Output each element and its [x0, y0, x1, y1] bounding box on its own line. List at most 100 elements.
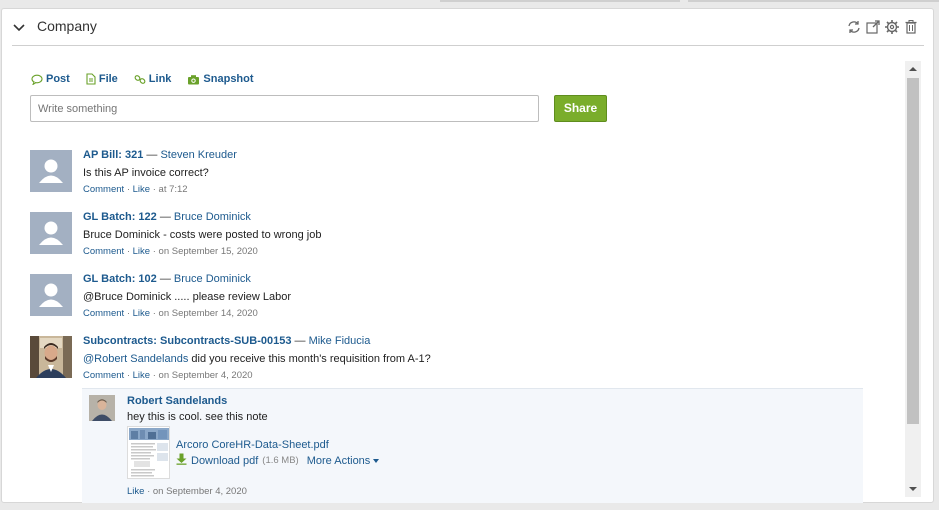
feed-item-header: Subcontracts: Subcontracts-SUB-00153 — M…	[83, 335, 431, 347]
panel-header: Company	[2, 9, 933, 46]
tab-post-label: Post	[46, 73, 70, 85]
chevron-down-icon[interactable]	[12, 21, 26, 33]
top-divider	[688, 0, 939, 2]
author-link[interactable]: Mike Fiducia	[309, 335, 371, 347]
speech-bubble-icon	[31, 74, 43, 85]
meta-dot: ·	[126, 370, 130, 381]
tab-snapshot-label: Snapshot	[203, 73, 254, 85]
feed-item-body: GL Batch: 122 — Bruce Dominick Bruce Dom…	[83, 211, 321, 257]
separator: —	[146, 149, 158, 161]
post-meta: Comment · Like · on September 15, 2020	[83, 246, 321, 257]
avatar[interactable]	[30, 150, 72, 192]
avatar[interactable]	[30, 274, 72, 316]
separator: —	[159, 273, 171, 285]
gear-icon[interactable]	[884, 19, 900, 35]
header-divider	[12, 45, 924, 46]
avatar[interactable]	[30, 212, 72, 254]
record-link[interactable]: GL Batch: 102	[83, 273, 157, 285]
post-meta: Comment · Like · at 7:12	[83, 184, 237, 195]
commenter-avatar[interactable]	[89, 395, 115, 421]
comment-meta: Like · on September 4, 2020	[127, 486, 247, 497]
meta-dot: ·	[147, 486, 151, 497]
mention-link[interactable]: @Robert Sandelands	[83, 353, 188, 365]
feed-item-body: AP Bill: 321 — Steven Kreuder Is this AP…	[83, 149, 237, 195]
top-divider	[440, 0, 680, 2]
share-button[interactable]: Share	[554, 95, 607, 122]
camera-icon	[188, 74, 200, 84]
post-meta: Comment · Like · on September 4, 2020	[83, 370, 431, 381]
feed-item-header: GL Batch: 102 — Bruce Dominick	[83, 273, 291, 285]
post-text: @Bruce Dominick ..... please review Labo…	[83, 291, 292, 303]
more-actions-label: More Actions	[306, 454, 371, 467]
timestamp: at 7:12	[158, 184, 188, 195]
caret-down-icon	[373, 458, 380, 463]
meta-dot: ·	[126, 246, 130, 257]
avatar-photo[interactable]	[30, 336, 72, 378]
like-link[interactable]: Like	[133, 246, 150, 257]
feed-item-body: GL Batch: 102 — Bruce Dominick @Bruce Do…	[83, 273, 291, 319]
tab-link-label: Link	[148, 73, 172, 85]
feed-item-body: Subcontracts: Subcontracts-SUB-00153 — M…	[83, 335, 431, 381]
separator: —	[294, 335, 306, 347]
record-link[interactable]: GL Batch: 122	[83, 211, 157, 223]
timestamp: on September 15, 2020	[158, 246, 258, 257]
meta-dot: ·	[126, 184, 130, 195]
more-actions-dropdown[interactable]: More Actions	[307, 455, 380, 467]
tab-file[interactable]: File	[86, 73, 118, 85]
comment-link[interactable]: Comment	[83, 184, 124, 195]
feed-item-header: AP Bill: 321 — Steven Kreuder	[83, 149, 237, 161]
download-link[interactable]: Download pdf	[191, 455, 258, 467]
file-icon	[86, 73, 96, 85]
comment-thread: Robert Sandelands hey this is cool. see …	[82, 388, 863, 503]
post-text-content: did you receive this month's requisition…	[188, 353, 431, 365]
tab-link[interactable]: Link	[134, 73, 172, 85]
post-meta: Comment · Like · on September 14, 2020	[83, 308, 291, 319]
author-link[interactable]: Bruce Dominick	[174, 273, 251, 285]
separator: —	[159, 211, 171, 223]
post-input[interactable]	[30, 95, 539, 122]
meta-dot: ·	[152, 184, 156, 195]
download-icon[interactable]	[176, 453, 187, 468]
meta-dot: ·	[152, 246, 156, 257]
scroll-up-arrow[interactable]	[909, 67, 917, 71]
meta-dot: ·	[152, 308, 156, 319]
record-link[interactable]: Subcontracts: Subcontracts-SUB-00153	[83, 335, 291, 347]
comment-text: hey this is cool. see this note	[127, 411, 268, 423]
meta-dot: ·	[152, 370, 156, 381]
link-icon	[134, 74, 146, 84]
post-text: Bruce Dominick - costs were posted to wr…	[83, 229, 322, 241]
attachment-actions: Download pdf (1.6 MB) More Actions	[176, 453, 380, 468]
timestamp: on September 4, 2020	[152, 486, 247, 497]
post-text: @Robert Sandelands did you receive this …	[83, 353, 431, 365]
author-link[interactable]: Steven Kreuder	[160, 149, 236, 161]
like-link[interactable]: Like	[127, 486, 144, 497]
scrollbar-thumb[interactable]	[907, 78, 919, 424]
tab-file-label: File	[98, 73, 118, 85]
attachment-name[interactable]: Arcoro CoreHR-Data-Sheet.pdf	[176, 439, 329, 451]
trash-icon[interactable]	[903, 19, 919, 35]
tab-snapshot[interactable]: Snapshot	[187, 73, 254, 85]
feed-scrollbar[interactable]	[905, 61, 921, 497]
external-link-icon[interactable]	[865, 19, 881, 35]
comment-link[interactable]: Comment	[83, 370, 124, 381]
file-size: (1.6 MB)	[262, 455, 299, 466]
like-link[interactable]: Like	[133, 308, 150, 319]
post-text: Is this AP invoice correct?	[83, 167, 209, 179]
scroll-down-arrow[interactable]	[909, 487, 917, 491]
refresh-icon[interactable]	[846, 19, 862, 35]
composer-tabs: Post File Link Snapshot	[31, 73, 254, 85]
top-strip	[0, 0, 939, 8]
like-link[interactable]: Like	[133, 370, 150, 381]
record-link[interactable]: AP Bill: 321	[83, 149, 143, 161]
like-link[interactable]: Like	[133, 184, 150, 195]
comment-link[interactable]: Comment	[83, 308, 124, 319]
panel-toolbar	[846, 19, 919, 35]
comment-link[interactable]: Comment	[83, 246, 124, 257]
meta-dot: ·	[126, 308, 130, 319]
commenter-name[interactable]: Robert Sandelands	[127, 395, 227, 407]
timestamp: on September 4, 2020	[158, 370, 253, 381]
document-thumbnail[interactable]	[127, 426, 170, 479]
tab-post[interactable]: Post	[31, 73, 70, 85]
feed-item-header: GL Batch: 122 — Bruce Dominick	[83, 211, 321, 223]
author-link[interactable]: Bruce Dominick	[174, 211, 251, 223]
